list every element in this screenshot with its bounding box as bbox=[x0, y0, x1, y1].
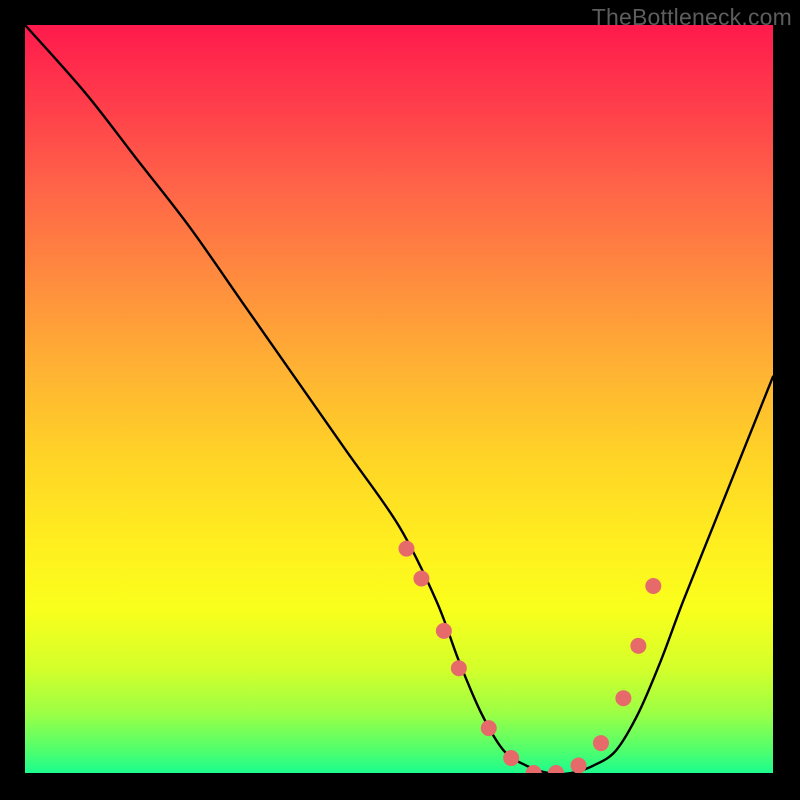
highlight-point bbox=[436, 623, 452, 639]
highlight-point bbox=[571, 758, 587, 773]
highlight-point bbox=[451, 660, 467, 676]
highlight-point bbox=[481, 720, 497, 736]
highlight-point bbox=[503, 750, 519, 766]
bottleneck-curve bbox=[25, 25, 773, 773]
curve-group bbox=[25, 25, 773, 773]
highlight-point bbox=[645, 578, 661, 594]
chart-frame: TheBottleneck.com bbox=[0, 0, 800, 800]
highlight-point bbox=[548, 765, 564, 773]
highlight-point bbox=[615, 690, 631, 706]
highlight-point bbox=[398, 541, 414, 557]
highlight-point bbox=[593, 735, 609, 751]
highlight-markers bbox=[398, 541, 661, 773]
chart-plot-area bbox=[25, 25, 773, 773]
highlight-point bbox=[630, 638, 646, 654]
bottleneck-curve-svg bbox=[25, 25, 773, 773]
highlight-point bbox=[413, 571, 429, 587]
watermark-text: TheBottleneck.com bbox=[592, 4, 792, 31]
